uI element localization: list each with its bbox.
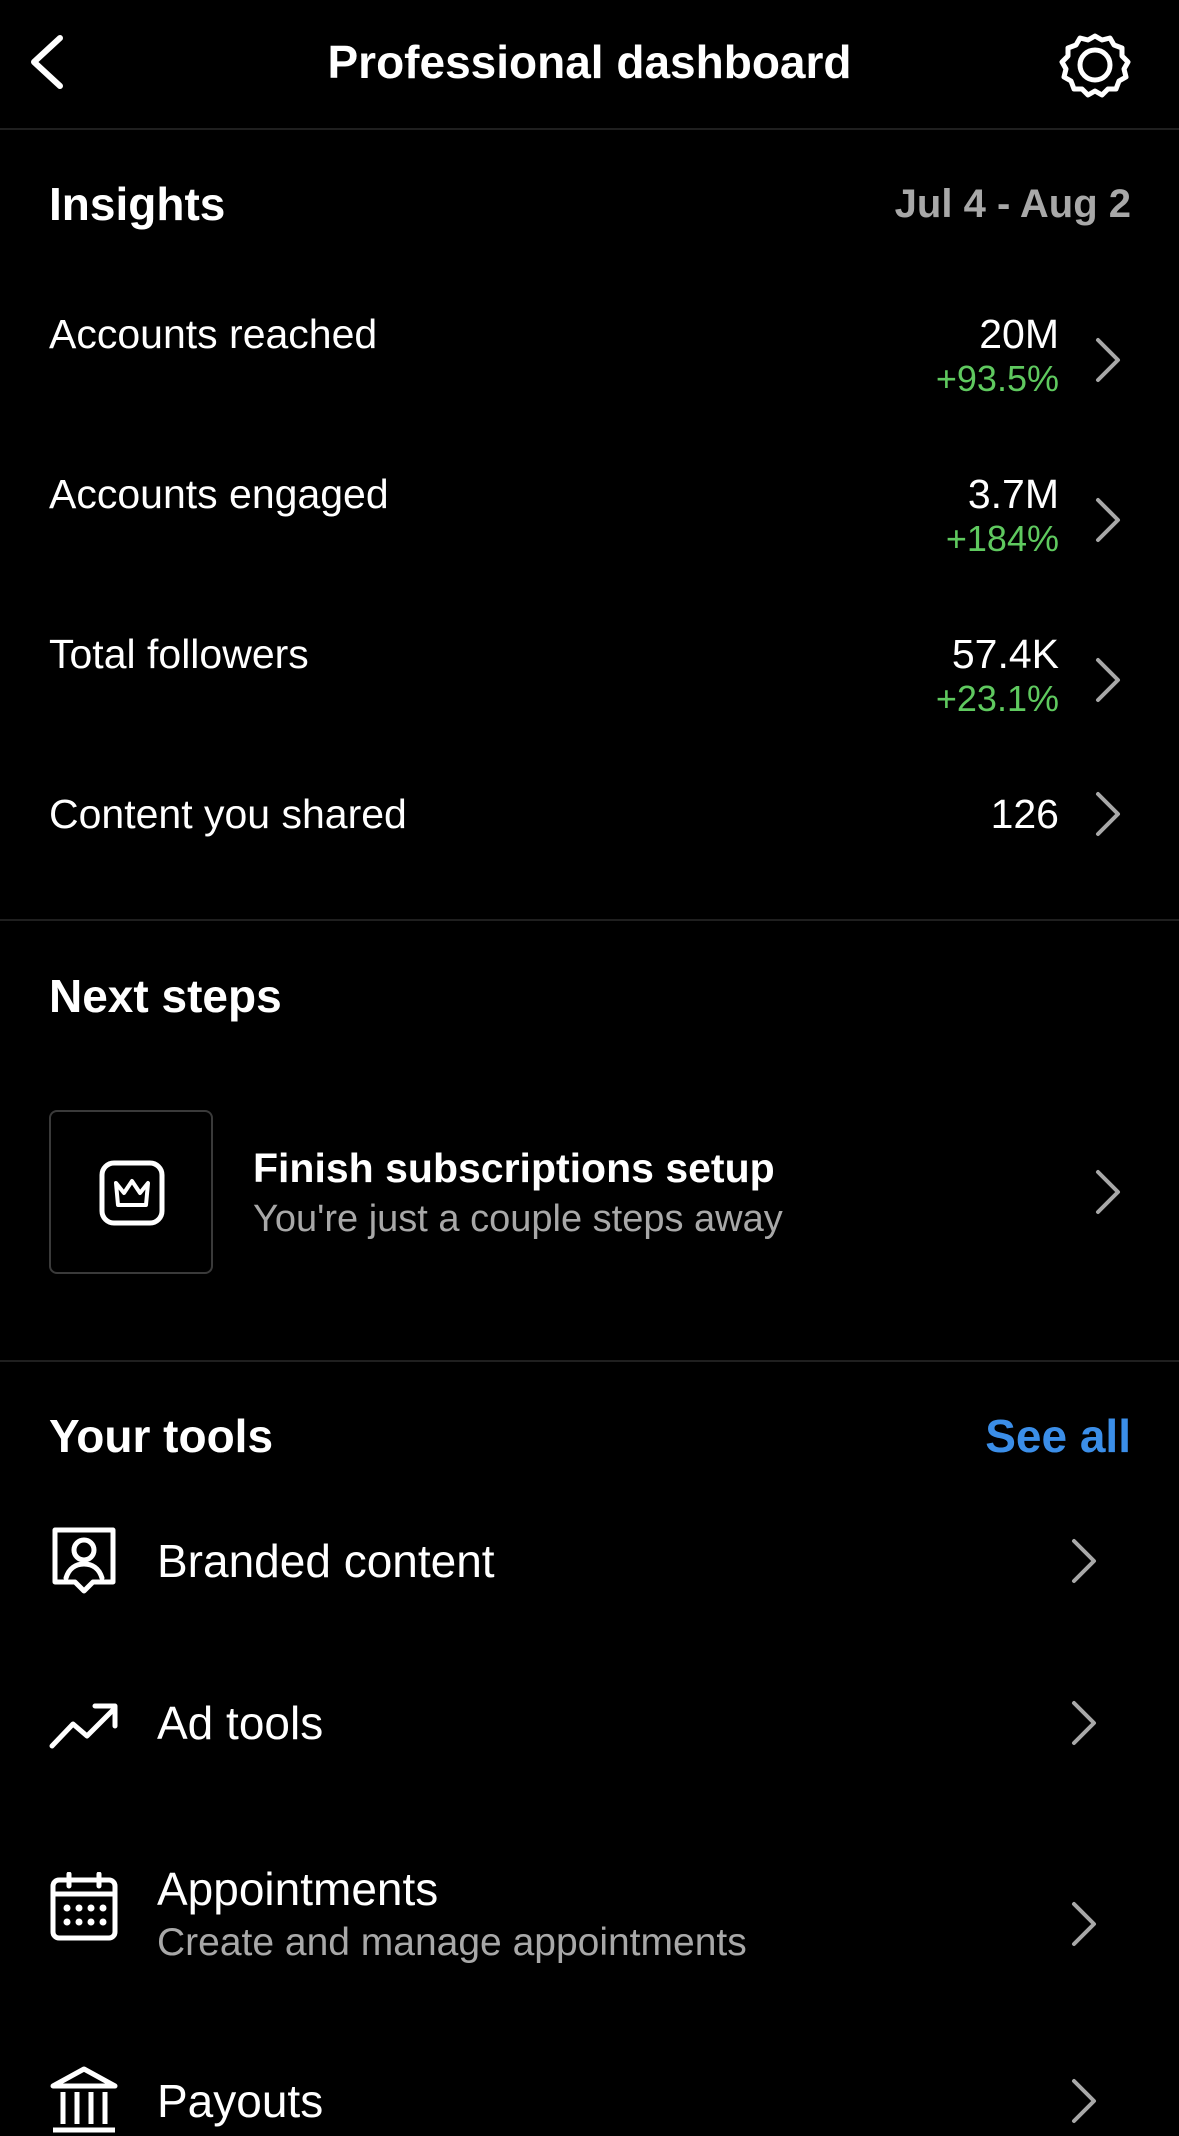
settings-button[interactable] xyxy=(1058,30,1132,100)
your-tools-title: Your tools xyxy=(49,1410,274,1462)
tool-row-branded-content[interactable]: Branded content xyxy=(0,1526,1179,1666)
tool-subtitle: Create and manage appointments xyxy=(157,1921,747,1964)
date-range[interactable]: Jul 4 - Aug 2 xyxy=(895,178,1131,230)
calendar-icon xyxy=(50,1872,118,1941)
metric-label: Content you shared xyxy=(49,791,407,837)
metric-change: +184% xyxy=(945,518,1059,559)
page-title: Professional dashboard xyxy=(327,36,852,88)
see-all-link[interactable]: See all xyxy=(985,1408,1131,1464)
metric-row-total-followers[interactable]: Total followers 57.4K +23.1% xyxy=(0,626,1179,776)
subscription-icon-box xyxy=(49,1110,213,1274)
insights-title: Insights xyxy=(49,178,226,230)
tool-label: Payouts xyxy=(157,2075,324,2127)
chevron-right-icon xyxy=(1072,1902,1096,1946)
chevron-right-icon xyxy=(1096,658,1120,702)
chevron-right-icon xyxy=(1096,338,1120,382)
metric-change: +93.5% xyxy=(935,358,1059,399)
section-divider xyxy=(0,919,1179,921)
chevron-right-icon xyxy=(1072,2079,1096,2123)
gear-icon xyxy=(1059,33,1131,98)
metric-row-accounts-reached[interactable]: Accounts reached 20M +93.5% xyxy=(0,306,1179,456)
subscription-crown-icon xyxy=(99,1160,165,1226)
metric-label: Accounts reached xyxy=(49,311,378,357)
chevron-right-icon xyxy=(1072,1701,1096,1745)
tool-row-payouts[interactable]: Payouts xyxy=(0,2066,1179,2135)
metric-row-accounts-engaged[interactable]: Accounts engaged 3.7M +184% xyxy=(0,466,1179,616)
card-subtitle: You're just a couple steps away xyxy=(253,1198,783,1240)
tool-row-appointments[interactable]: Appointments Create and manage appointme… xyxy=(0,1863,1179,1990)
next-steps-title: Next steps xyxy=(49,970,282,1022)
chevron-right-icon xyxy=(1096,792,1120,836)
bank-icon xyxy=(50,2066,118,2133)
header-bar: Professional dashboard xyxy=(0,0,1179,130)
metric-value: 3.7M xyxy=(967,471,1059,517)
tool-label: Ad tools xyxy=(157,1697,324,1749)
branded-content-icon xyxy=(52,1527,116,1594)
card-title: Finish subscriptions setup xyxy=(253,1145,775,1191)
chevron-right-icon xyxy=(1096,498,1120,542)
metric-row-content-shared[interactable]: Content you shared 126 xyxy=(0,786,1179,886)
metric-label: Total followers xyxy=(49,631,309,677)
chevron-right-icon xyxy=(1096,1170,1120,1214)
trending-up-icon xyxy=(49,1703,118,1749)
section-divider xyxy=(0,1360,1179,1362)
finish-subscriptions-card[interactable]: Finish subscriptions setup You're just a… xyxy=(0,1100,1179,1290)
metric-value: 20M xyxy=(979,311,1059,357)
chevron-right-icon xyxy=(1072,1539,1096,1583)
metric-value: 57.4K xyxy=(951,631,1059,677)
tool-row-ad-tools[interactable]: Ad tools xyxy=(0,1688,1179,1828)
metric-value: 126 xyxy=(990,791,1059,837)
metric-change: +23.1% xyxy=(935,678,1059,719)
metric-label: Accounts engaged xyxy=(49,471,389,517)
tool-label: Branded content xyxy=(157,1535,495,1587)
tool-label: Appointments xyxy=(157,1863,439,1915)
